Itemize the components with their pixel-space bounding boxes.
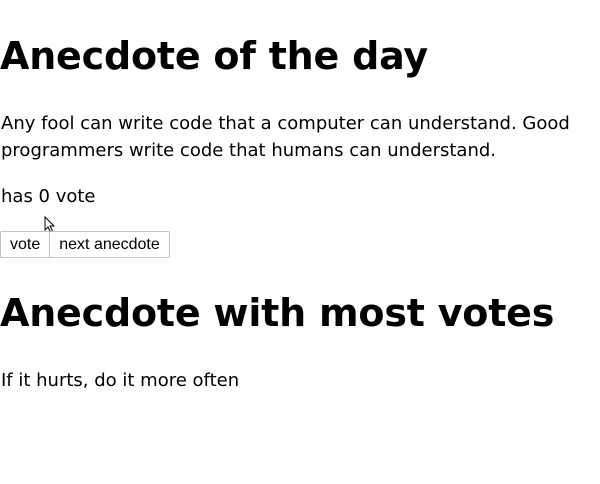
anecdote-text: Any fool can write code that a computer … <box>1 113 570 161</box>
most-votes-text: If it hurts, do it more often <box>1 370 240 391</box>
anecdote-of-day-heading: Anecdote of the day <box>0 34 428 78</box>
vote-button[interactable]: vote <box>0 231 51 258</box>
vote-count-text: has 0 vote <box>1 186 96 207</box>
button-row: vote next anecdote <box>0 231 170 258</box>
next-anecdote-button[interactable]: next anecdote <box>49 231 170 258</box>
most-votes-heading: Anecdote with most votes <box>0 291 555 335</box>
